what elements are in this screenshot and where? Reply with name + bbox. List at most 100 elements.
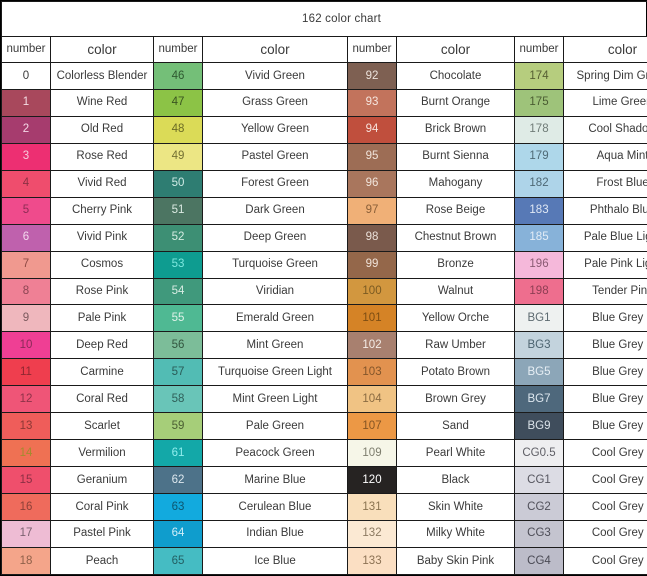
color-name: Potato Brown [396,358,515,387]
color-swatch-number: 120 [347,466,397,494]
color-name: Deep Green [202,223,348,252]
color-swatch-number: CG0.5 [514,439,564,468]
color-swatch-number: 4 [1,169,51,198]
color-swatch-number: 182 [514,169,564,198]
color-swatch-number: 61 [153,439,203,468]
color-swatch-number: 104 [347,385,397,414]
color-swatch-number: 1 [1,88,51,117]
color-name: Peacock Green [202,439,348,468]
color-swatch-number: 101 [347,304,397,333]
color-name: Blue Grey 7 [562,385,647,414]
color-swatch-number: 103 [347,358,397,387]
color-swatch-number: 63 [153,493,203,521]
color-name: Raw Umber [396,331,515,360]
color-name: Cool Grey 1 [562,466,647,494]
table-row: 12 Coral Red 58 Mint Green Light 104 Brown Gr… [1,385,647,414]
color-name: Peach [50,546,154,576]
color-swatch-number: CG1 [514,466,564,494]
color-swatch-number: 18 [1,546,51,576]
color-name: Walnut [396,277,515,306]
header-number-3: number [347,36,397,63]
color-swatch-number: 92 [347,62,397,90]
color-name: Vivid Pink [50,223,154,252]
color-swatch-number: 6 [1,223,51,252]
color-swatch-number: 3 [1,142,51,171]
color-name: Sand [396,412,515,441]
color-swatch-number: 12 [1,385,51,414]
table-row: 8 Rose Pink 54 Viridian 100 Walnut 198 Tender P… [1,277,647,306]
table-row: 10 Deep Red 56 Mint Green 102 Raw Umber BG3 Blu… [1,331,647,360]
table-row: 14 Vermilion 61 Peacock Green 109 Pearl White… [1,439,647,468]
table-row: 13 Scarlet 59 Pale Green 107 Sand BG9 Blue Grey… [1,412,647,441]
color-name: Marine Blue [202,466,348,494]
page-title: 162 color chart [0,1,647,37]
color-name: Emerald Green [202,304,348,333]
color-swatch-number: 54 [153,277,203,306]
color-swatch-number: 53 [153,250,203,279]
color-swatch-number: 13 [1,412,51,441]
color-swatch-number: 94 [347,115,397,144]
header-color-3: color [396,36,515,63]
color-name: Ice Blue [202,546,348,576]
color-name: Skin White [396,493,515,521]
header-color-1: color [50,36,154,63]
color-name: Vivid Red [50,169,154,198]
color-swatch-number: 98 [347,223,397,252]
color-name: Cosmos [50,250,154,279]
table-row: 17 Pastel Pink 64 Indian Blue 132 Milky White… [1,519,647,548]
color-name: Cool Grey 4 [562,546,647,576]
color-swatch-number: 100 [347,277,397,306]
color-swatch-number: 96 [347,169,397,198]
color-name: Indian Blue [202,519,348,548]
color-swatch-number: 5 [1,196,51,225]
color-swatch-number: 11 [1,358,51,387]
color-swatch-number: 15 [1,466,51,494]
color-chart-container: 162 color chart number color number colo… [0,0,647,576]
color-name: Coral Pink [50,493,154,521]
color-name: Yellow Green [202,115,348,144]
color-swatch-number: 198 [514,277,564,306]
color-name: Chestnut Brown [396,223,515,252]
color-swatch-number: 52 [153,223,203,252]
color-name: Cool Grey 2 [562,493,647,521]
color-name: Dark Green [202,196,348,225]
color-name: Bronze [396,250,515,279]
color-swatch-number: 0 [1,62,51,90]
color-name: Cerulean Blue [202,493,348,521]
color-name: Vermilion [50,439,154,468]
color-name: Vivid Green [202,62,348,90]
table-row: 15 Geranium 62 Marine Blue 120 Black CG1 Cool G… [1,466,647,494]
color-name: Pale Pink [50,304,154,333]
color-name: Yellow Orche [396,304,515,333]
table-row: 3 Rose Red 49 Pastel Green 95 Burnt Sienna 179… [1,142,647,171]
color-name: Viridian [202,277,348,306]
color-swatch-number: CG3 [514,519,564,548]
color-name: Blue Grey 1 [562,304,647,333]
color-swatch-number: 17 [1,519,51,548]
color-chart-table: 162 color chart number color number colo… [0,1,647,576]
color-name: Pearl White [396,439,515,468]
color-name: Colorless Blender [50,62,154,90]
color-swatch-number: 50 [153,169,203,198]
color-name: Forest Green [202,169,348,198]
header-number-4: number [514,36,564,63]
header-color-4: color [562,36,647,63]
color-name: Chocolate [396,62,515,90]
color-name: Blue Grey 3 [562,331,647,360]
table-row: 1 Wine Red 47 Grass Green 93 Burnt Orange 175 L… [1,88,647,117]
table-row: 9 Pale Pink 55 Emerald Green 101 Yellow Orche… [1,304,647,333]
color-swatch-number: 10 [1,331,51,360]
color-name: Cool Grey 0 [562,439,647,468]
color-swatch-number: 133 [347,546,397,576]
color-name: Cherry Pink [50,196,154,225]
color-swatch-number: 51 [153,196,203,225]
color-name: Rose Red [50,142,154,171]
color-swatch-number: BG5 [514,358,564,387]
color-swatch-number: 56 [153,331,203,360]
color-swatch-number: 47 [153,88,203,117]
color-swatch-number: 97 [347,196,397,225]
color-name: Baby Skin Pink [396,546,515,576]
color-swatch-number: 14 [1,439,51,468]
color-swatch-number: 93 [347,88,397,117]
color-name: Pastel Pink [50,519,154,548]
